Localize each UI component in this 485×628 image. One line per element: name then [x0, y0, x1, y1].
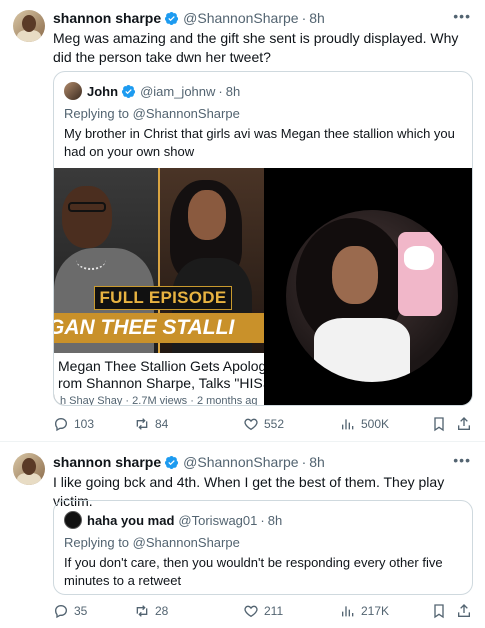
like-count: 552: [264, 417, 285, 431]
quote-header: haha you mad @Toriswag01 · 8h: [64, 511, 282, 529]
reply-icon: [54, 417, 68, 432]
timestamp[interactable]: 8h: [309, 454, 325, 470]
like-button[interactable]: 211: [243, 603, 283, 619]
share-button[interactable]: [456, 603, 472, 619]
repost-button[interactable]: 28: [134, 603, 168, 619]
timestamp[interactable]: 8h: [309, 10, 325, 26]
repost-count: 28: [155, 604, 169, 618]
quote-author-name: John: [87, 83, 119, 99]
bookmark-icon: [434, 604, 444, 619]
tweet[interactable]: shannon sharpe @ShannonSharpe · 8h ••• M…: [0, 0, 485, 440]
separator-dot: ·: [301, 454, 307, 470]
video-meta: h Shay Shay · 2.7M views · 2 months ag: [60, 395, 258, 406]
repost-icon: [136, 605, 148, 617]
more-options-icon[interactable]: •••: [453, 8, 471, 24]
replying-to: Replying to @ShannonSharpe: [64, 535, 240, 550]
quote-author-name: haha you mad: [87, 512, 175, 528]
separator-dot: ·: [301, 10, 307, 26]
author-name[interactable]: shannon sharpe: [53, 10, 161, 26]
repost-count: 84: [155, 417, 169, 431]
views-button[interactable]: 217K: [340, 603, 389, 619]
bookmark-button[interactable]: [431, 416, 447, 432]
repost-icon: [136, 418, 148, 430]
quote-header: John @iam_johnw · 8h: [64, 82, 240, 100]
views-count: 217K: [361, 604, 390, 618]
verified-badge-icon: [165, 11, 179, 25]
quote-avatar: [64, 82, 82, 100]
quote-media[interactable]: FULL EPISODE GAN THEE STALLI Megan Thee …: [54, 168, 472, 406]
like-icon: [244, 605, 258, 618]
avatar[interactable]: [13, 453, 45, 485]
share-button[interactable]: [456, 416, 472, 432]
quote-avatar: [64, 511, 82, 529]
repost-button[interactable]: 84: [134, 416, 168, 432]
author-name[interactable]: shannon sharpe: [53, 454, 161, 470]
more-options-icon[interactable]: •••: [453, 452, 471, 468]
reply-count: 103: [74, 417, 95, 431]
thumbnail-banner-bottom: GAN THEE STALLI: [54, 313, 264, 343]
views-icon: [342, 419, 354, 430]
quote-timestamp: 8h: [225, 83, 241, 99]
video-thumbnail[interactable]: FULL EPISODE GAN THEE STALLI: [54, 168, 264, 353]
quoted-tweet[interactable]: haha you mad @Toriswag01 · 8h Replying t…: [53, 500, 473, 595]
quote-timestamp: 8h: [267, 512, 283, 528]
quote-text: If you don't care, then you wouldn't be …: [64, 555, 443, 588]
share-icon: [458, 604, 470, 617]
tweet-header: shannon sharpe @ShannonSharpe · 8h: [53, 453, 325, 471]
reply-button[interactable]: 35: [53, 603, 87, 619]
video-title: Megan Thee Stallion Gets Apology rom Sha…: [58, 358, 264, 391]
tweet-divider: [0, 441, 485, 442]
reply-icon: [54, 604, 68, 619]
thumbnail-banner-top: FULL EPISODE: [94, 286, 232, 310]
reply-button[interactable]: 103: [53, 416, 94, 432]
quoted-tweet[interactable]: John @iam_johnw · 8h Replying to @Shanno…: [53, 71, 473, 406]
avatar[interactable]: [13, 10, 45, 42]
views-count: 500K: [361, 417, 390, 431]
verified-badge-icon: [165, 455, 179, 469]
like-button[interactable]: 552: [243, 416, 284, 432]
tweet-actions: 35 28 211 217K: [53, 603, 473, 623]
views-icon: [342, 606, 354, 617]
separator-dot: ·: [260, 512, 265, 528]
tweet-text: Meg was amazing and the gift she sent is…: [53, 30, 459, 65]
quote-author-handle: @iam_johnw: [140, 83, 216, 99]
like-count: 211: [264, 604, 284, 618]
replying-to: Replying to @ShannonSharpe: [64, 106, 240, 121]
quote-text: My brother in Christ that girls avi was …: [64, 126, 455, 159]
profile-photo-image[interactable]: [266, 168, 472, 405]
tweet[interactable]: shannon sharpe @ShannonSharpe · 8h ••• I…: [0, 444, 485, 628]
share-icon: [458, 417, 470, 430]
author-handle[interactable]: @ShannonSharpe: [183, 454, 298, 470]
views-button[interactable]: 500K: [340, 416, 389, 432]
separator-dot: ·: [218, 83, 223, 99]
quote-author-handle: @Toriswag01: [178, 512, 258, 528]
reply-count: 35: [74, 604, 88, 618]
tweet-actions: 103 84 552 500K: [53, 416, 473, 436]
video-card[interactable]: FULL EPISODE GAN THEE STALLI Megan Thee …: [54, 168, 264, 406]
author-handle[interactable]: @ShannonSharpe: [183, 10, 298, 26]
tweet-header: shannon sharpe @ShannonSharpe · 8h: [53, 9, 325, 27]
like-icon: [244, 418, 258, 431]
bookmark-icon: [434, 417, 444, 432]
bookmark-button[interactable]: [431, 603, 447, 619]
verified-badge-icon: [122, 84, 136, 98]
